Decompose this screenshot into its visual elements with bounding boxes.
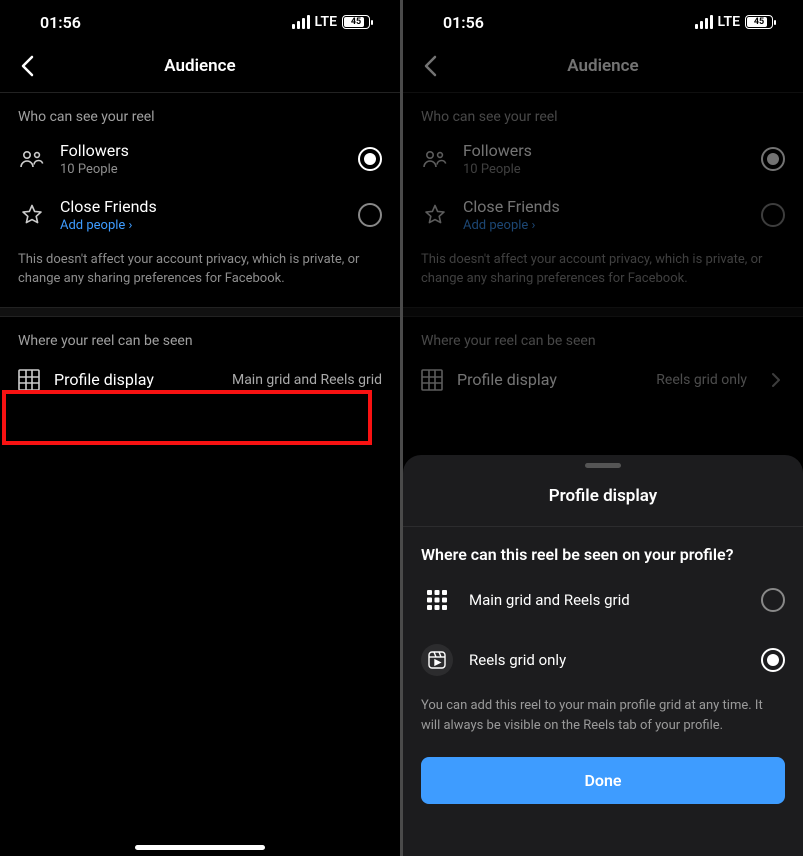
page-title: Audience [0,56,400,76]
audience-close-friends-row[interactable]: Close Friends Add people › [0,187,400,243]
close-friends-title: Close Friends [463,197,747,216]
chevron-left-icon [20,55,34,77]
profile-display-value: Reels grid only [571,372,747,388]
option2-radio[interactable] [761,648,785,672]
status-right: LTE 45 [292,14,370,30]
section-where-heading: Where your reel can be seen [0,317,400,355]
grid-icon [18,369,40,391]
star-icon [421,203,449,227]
option2-label: Reels grid only [469,651,745,669]
audience-followers-row[interactable]: Followers 10 People [403,131,803,187]
page-title: Audience [403,56,803,76]
audience-close-friends-row[interactable]: Close Friends Add people › [403,187,803,243]
option-reels-only[interactable]: Reels grid only [403,630,803,690]
profile-display-sheet: Profile display Where can this reel be s… [403,455,803,856]
status-time: 01:56 [443,13,484,32]
phone-screen-right: 01:56 LTE 45 Audience Who can see your r… [403,0,803,856]
network-label: LTE [718,14,740,30]
profile-display-row[interactable]: Profile display Reels grid only [403,355,803,405]
option-main-and-reels[interactable]: Main grid and Reels grid [403,570,803,630]
profile-display-label: Profile display [457,370,557,389]
star-icon [18,203,46,227]
option1-label: Main grid and Reels grid [469,591,745,609]
close-friends-add-link[interactable]: Add people › [60,218,344,233]
signal-icon [292,15,310,29]
back-button[interactable] [415,51,445,81]
people-icon [421,149,449,169]
close-friends-title: Close Friends [60,197,344,216]
followers-sub: 10 People [463,162,747,177]
done-button[interactable]: Done [421,757,785,804]
section-who-heading: Who can see your reel [0,93,400,131]
followers-radio[interactable] [358,147,382,171]
followers-title: Followers [60,141,344,160]
status-bar: 01:56 LTE 45 [403,0,803,44]
followers-radio[interactable] [761,147,785,171]
home-indicator[interactable] [135,845,265,850]
chevron-right-icon [767,372,785,388]
status-bar: 01:56 LTE 45 [0,0,400,44]
sheet-title: Profile display [403,468,803,527]
sheet-question: Where can this reel be seen on your prof… [403,527,803,570]
status-right: LTE 45 [695,14,773,30]
close-friends-add-link[interactable]: Add people › [463,218,747,233]
audience-followers-row[interactable]: Followers 10 People [0,131,400,187]
close-friends-radio[interactable] [358,203,382,227]
followers-sub: 10 People [60,162,344,177]
section-who-heading: Who can see your reel [403,93,803,131]
network-label: LTE [315,14,337,30]
profile-display-label: Profile display [54,370,154,389]
section-separator [0,307,400,317]
status-time: 01:56 [40,13,81,32]
profile-display-row[interactable]: Profile display Main grid and Reels grid [0,355,400,405]
back-button[interactable] [12,51,42,81]
battery-icon: 45 [342,15,370,29]
followers-title: Followers [463,141,747,160]
option1-radio[interactable] [761,588,785,612]
grid-dots-icon [421,584,453,616]
signal-icon [695,15,713,29]
people-icon [18,149,46,169]
battery-icon: 45 [745,15,773,29]
sheet-info-text: You can add this reel to your main profi… [403,690,803,751]
close-friends-radio[interactable] [761,203,785,227]
section-separator [403,307,803,317]
phone-screen-left: 01:56 LTE 45 Audience Who can see your r… [0,0,400,856]
nav-header: Audience [0,44,400,88]
grid-icon [421,369,443,391]
chevron-left-icon [423,55,437,77]
privacy-note: This doesn't affect your account privacy… [403,243,803,307]
nav-header: Audience [403,44,803,88]
reels-icon [421,644,453,676]
section-where-heading: Where your reel can be seen [403,317,803,355]
privacy-note: This doesn't affect your account privacy… [0,243,400,307]
profile-display-value: Main grid and Reels grid [168,372,382,388]
